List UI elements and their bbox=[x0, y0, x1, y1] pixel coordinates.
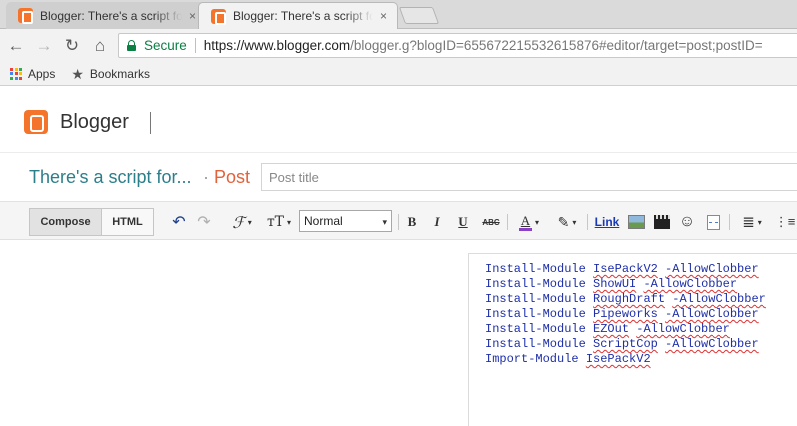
bookmark-bookmarks[interactable]: ★ Bookmarks bbox=[71, 67, 150, 81]
tab-title: Blogger: There's a script for... bbox=[233, 9, 373, 23]
code-line: Install-Module ScriptCop -AllowClobber bbox=[485, 337, 759, 351]
align-left-icon: ≣ bbox=[742, 214, 755, 231]
blogger-logo-icon[interactable] bbox=[24, 110, 48, 134]
blog-name-link[interactable]: There's a script for... bbox=[29, 167, 192, 188]
toolbar-divider bbox=[398, 214, 399, 230]
blogger-favicon-icon bbox=[18, 8, 33, 24]
code-line: Install-Module ShowUI -AllowClobber bbox=[485, 277, 738, 291]
highlight-color-button[interactable]: ✎ ▾ bbox=[552, 213, 582, 231]
font-icon: ℱ bbox=[232, 212, 245, 232]
bookmark-label: Apps bbox=[28, 66, 56, 81]
insert-jump-break-button[interactable] bbox=[705, 213, 722, 231]
font-family-button[interactable]: ℱ ▾ bbox=[227, 212, 257, 232]
image-icon bbox=[628, 215, 645, 229]
editor-area: Install-Module IsePackV2 -AllowClobber I… bbox=[0, 240, 797, 426]
chevron-down-icon: ▾ bbox=[572, 217, 577, 227]
format-value: Normal bbox=[304, 214, 343, 228]
chevron-down-icon: ▾ bbox=[534, 217, 539, 227]
compose-canvas[interactable]: Install-Module IsePackV2 -AllowClobber I… bbox=[468, 253, 797, 426]
alignment-button[interactable]: ≣ ▾ bbox=[737, 213, 767, 231]
insert-link-button[interactable]: Link bbox=[594, 213, 620, 231]
post-label: Post bbox=[214, 167, 251, 187]
highlighter-icon: ✎ bbox=[557, 213, 570, 230]
jump-break-icon bbox=[707, 214, 720, 230]
secure-label: Secure bbox=[144, 38, 187, 53]
url-path: /blogger.g?blogID=655672215532615876#edi… bbox=[350, 38, 763, 53]
editor-toolbar: Compose HTML ↶ ↷ ℱ ▾ тT ▾ Normal ▾ B I U… bbox=[0, 202, 797, 240]
star-icon: ★ bbox=[71, 65, 84, 82]
code-line: Install-Module IsePackV2 -AllowClobber bbox=[485, 262, 759, 276]
tab-title: Blogger: There's a script for... bbox=[40, 8, 182, 23]
underline-button[interactable]: U bbox=[455, 213, 471, 231]
insert-image-button[interactable] bbox=[627, 213, 646, 231]
breadcrumb-separator: · bbox=[203, 167, 209, 187]
browser-toolbar: ← → ↻ ⌂ Secure https://www.blogger.com /… bbox=[0, 29, 797, 62]
code-line: Install-Module Pipeworks -AllowClobber bbox=[485, 307, 759, 321]
video-clapper-icon bbox=[654, 215, 670, 229]
bookmark-label: Bookmarks bbox=[89, 66, 150, 81]
back-icon[interactable]: ← bbox=[5, 35, 27, 57]
toolbar-divider bbox=[507, 214, 508, 230]
new-tab-button[interactable] bbox=[398, 7, 440, 24]
code-line: Install-Module RoughDraft -AllowClobber bbox=[485, 292, 766, 306]
forward-icon[interactable]: → bbox=[33, 35, 55, 57]
browser-tab-2[interactable]: Blogger: There's a script for... × bbox=[198, 2, 398, 29]
toolbar-divider bbox=[729, 214, 730, 230]
strikethrough-button[interactable]: ABC bbox=[480, 213, 502, 231]
header-divider bbox=[150, 112, 151, 134]
reload-icon[interactable]: ↻ bbox=[61, 35, 83, 57]
chevron-down-icon: ▾ bbox=[247, 217, 252, 227]
brand-name[interactable]: Blogger bbox=[60, 111, 129, 134]
text-color-icon: A bbox=[518, 214, 532, 231]
html-mode-button[interactable]: HTML bbox=[101, 208, 154, 236]
paragraph-format-select[interactable]: Normal ▾ bbox=[299, 210, 392, 232]
blogger-favicon-icon bbox=[211, 8, 226, 25]
tab-close-icon[interactable]: × bbox=[380, 9, 387, 23]
insert-emoji-button[interactable]: ☺ bbox=[678, 213, 696, 231]
chevron-down-icon: ▾ bbox=[757, 217, 762, 227]
font-size-button[interactable]: тT ▾ bbox=[263, 213, 295, 231]
url-host: https://www.blogger.com bbox=[203, 38, 351, 53]
font-size-icon: тT bbox=[266, 214, 285, 230]
code-line: Install-Module EZOut -AllowClobber bbox=[485, 322, 730, 336]
lock-icon bbox=[127, 40, 136, 51]
undo-icon[interactable]: ↶ bbox=[170, 213, 188, 231]
chevron-down-icon: ▾ bbox=[287, 217, 292, 227]
redo-icon[interactable]: ↷ bbox=[195, 213, 213, 231]
code-line: Import-Module IsePackV2 bbox=[485, 352, 651, 366]
smiley-icon: ☺ bbox=[678, 213, 696, 230]
bookmarks-bar: Apps ★ Bookmarks bbox=[0, 62, 797, 86]
post-title-input[interactable] bbox=[261, 163, 797, 191]
text-color-button[interactable]: A ▾ bbox=[514, 213, 544, 231]
italic-button[interactable]: I bbox=[429, 213, 445, 231]
blogger-header: Blogger bbox=[0, 86, 797, 153]
address-separator bbox=[194, 38, 196, 53]
bold-button[interactable]: B bbox=[404, 213, 420, 231]
insert-video-button[interactable] bbox=[653, 213, 671, 231]
numbered-list-button[interactable]: ⋮≡ bbox=[774, 213, 796, 231]
browser-tab-strip: Blogger: There's a script for... × Blogg… bbox=[0, 0, 797, 29]
address-bar[interactable]: Secure https://www.blogger.com /blogger.… bbox=[118, 33, 797, 58]
post-title-row: There's a script for... · Post bbox=[0, 153, 797, 202]
apps-grid-icon bbox=[10, 67, 22, 80]
numbered-list-icon: ⋮≡ bbox=[774, 214, 796, 229]
chevron-down-icon: ▾ bbox=[382, 217, 387, 227]
home-icon[interactable]: ⌂ bbox=[89, 35, 111, 57]
browser-tab-1[interactable]: Blogger: There's a script for... × bbox=[6, 2, 206, 29]
toolbar-divider bbox=[587, 214, 588, 230]
compose-mode-button[interactable]: Compose bbox=[29, 208, 102, 236]
bookmark-apps[interactable]: Apps bbox=[10, 67, 55, 81]
tab-close-icon[interactable]: × bbox=[189, 9, 196, 23]
